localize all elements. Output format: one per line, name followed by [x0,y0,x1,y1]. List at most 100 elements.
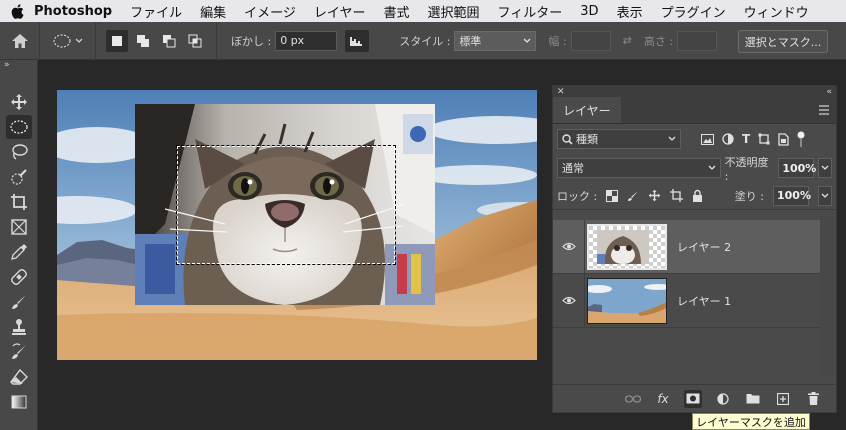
menu-file[interactable]: ファイル [130,2,182,21]
add-layer-mask-button[interactable] [684,389,702,408]
blend-mode-select[interactable]: 通常 [557,158,721,178]
quick-selection-tool[interactable] [6,165,32,189]
cat-thumbnail-image [589,225,665,268]
menu-select[interactable]: 選択範囲 [428,2,480,21]
brush-tool[interactable] [6,290,32,314]
filter-toggle-icon[interactable] [797,131,805,147]
gradient-tool[interactable] [6,390,32,414]
eyedropper-tool[interactable] [6,240,32,264]
new-adjustment-layer-button[interactable] [714,390,732,408]
add-selection-button[interactable] [132,30,154,52]
visibility-toggle[interactable] [553,273,585,328]
home-button[interactable] [0,21,40,60]
opacity-slider-toggle[interactable] [818,158,832,178]
lasso-tool[interactable] [6,140,32,164]
eye-icon [561,296,576,305]
adjustment-filter-icon[interactable] [722,133,734,145]
select-and-mask-button[interactable]: 選択とマスク... [738,30,828,53]
layers-scrollbar[interactable] [820,216,836,376]
apple-icon[interactable] [0,3,34,19]
menu-type[interactable]: 書式 [384,2,410,21]
healing-brush-tool[interactable] [6,265,32,289]
fill-slider-toggle[interactable] [818,185,832,206]
anti-alias-button[interactable] [345,29,370,52]
menu-window[interactable]: ウィンドウ [744,2,809,21]
opacity-input[interactable]: 100% [778,158,816,178]
menu-app-name[interactable]: Photoshop [34,4,112,19]
lock-image-pixels-icon[interactable] [627,190,639,202]
layer-style-button[interactable]: fx [654,390,672,408]
tab-layers[interactable]: レイヤー [553,97,621,123]
search-icon [562,133,573,145]
chevron-down-icon [523,38,531,43]
lock-row: ロック : 塗り : 100% [553,182,836,210]
panel-menu-button[interactable] [812,97,836,123]
feather-input[interactable]: 0 px [275,30,338,51]
menu-image[interactable]: イメージ [244,2,296,21]
link-layers-button[interactable] [624,390,642,408]
desert-thumbnail-image [588,278,666,323]
layer-thumbnail[interactable] [587,223,667,270]
new-selection-icon [112,35,122,46]
type-filter-icon[interactable]: T [742,132,750,146]
lock-artboard-icon[interactable] [670,189,684,202]
eraser-tool[interactable] [6,365,32,389]
layer-row-layer-1[interactable]: レイヤー 1 [553,273,821,328]
quick-selection-icon [11,169,27,185]
gradient-icon [11,395,27,409]
tool-preset-picker[interactable] [40,21,96,60]
frame-tool[interactable] [6,215,32,239]
tools-panel: » [0,60,38,430]
layer-thumbnail[interactable] [587,277,667,324]
style-select[interactable]: 標準 [454,30,537,51]
document-canvas[interactable] [57,90,537,360]
crop-tool[interactable] [6,190,32,214]
crop-icon [11,194,27,210]
close-icon[interactable]: ✕ [557,87,565,97]
intersect-selection-button[interactable] [184,30,206,52]
clone-stamp-tool[interactable] [6,315,32,339]
layers-panel: ✕ « レイヤー 種類 T 通常 不透明度 : 100% ロック: 塗り: … [552,85,837,413]
lock-position-icon[interactable] [648,189,661,202]
collapse-icon[interactable]: » [0,60,37,72]
layer-row-layer-2[interactable]: レイヤー 2 [553,219,821,274]
menu-edit[interactable]: 編集 [200,2,226,21]
folder-icon [746,394,760,404]
move-tool[interactable] [6,90,32,114]
new-layer-icon [777,392,789,405]
history-brush-tool[interactable] [6,340,32,364]
marquee-selection[interactable] [176,145,396,265]
menu-filter[interactable]: フィルター [498,2,563,21]
shape-filter-icon[interactable] [758,133,770,145]
height-input[interactable] [677,30,718,51]
menu-3d[interactable]: 3D [580,4,598,19]
menu-plugins[interactable]: プラグイン [661,2,726,21]
delete-layer-button[interactable] [804,390,822,408]
fill-input[interactable]: 100% [773,185,811,206]
eyedropper-icon [11,244,27,260]
bandage-icon [11,269,27,285]
menu-view[interactable]: 表示 [617,2,643,21]
lock-all-icon[interactable] [692,189,703,202]
swap-icon[interactable]: ⇄ [623,34,632,47]
hamburger-menu-icon [819,105,829,115]
elliptical-marquee-tool[interactable] [6,115,32,139]
width-input[interactable] [570,30,611,51]
lock-transparent-pixels-icon[interactable] [606,189,619,202]
layer-name[interactable]: レイヤー 2 [677,239,731,255]
filter-kind-wrap: 種類 [562,131,598,147]
layer-filter-row: 種類 T [553,124,836,154]
visibility-toggle[interactable] [553,219,585,274]
menu-bar: Photoshop ファイル 編集 イメージ レイヤー 書式 選択範囲 フィルタ… [0,0,846,22]
layer-name[interactable]: レイヤー 1 [677,293,731,309]
menu-layer[interactable]: レイヤー [314,2,366,21]
opacity-label: 不透明度 : [724,155,769,183]
new-selection-button[interactable] [106,29,128,52]
collapse-panel-icon[interactable]: « [826,87,832,97]
filter-kind-select[interactable]: 種類 [557,129,681,149]
new-layer-button[interactable] [774,390,792,408]
subtract-selection-button[interactable] [158,30,180,52]
new-group-button[interactable] [744,390,762,408]
image-filter-icon[interactable] [701,133,714,145]
smart-object-filter-icon[interactable] [778,132,789,146]
